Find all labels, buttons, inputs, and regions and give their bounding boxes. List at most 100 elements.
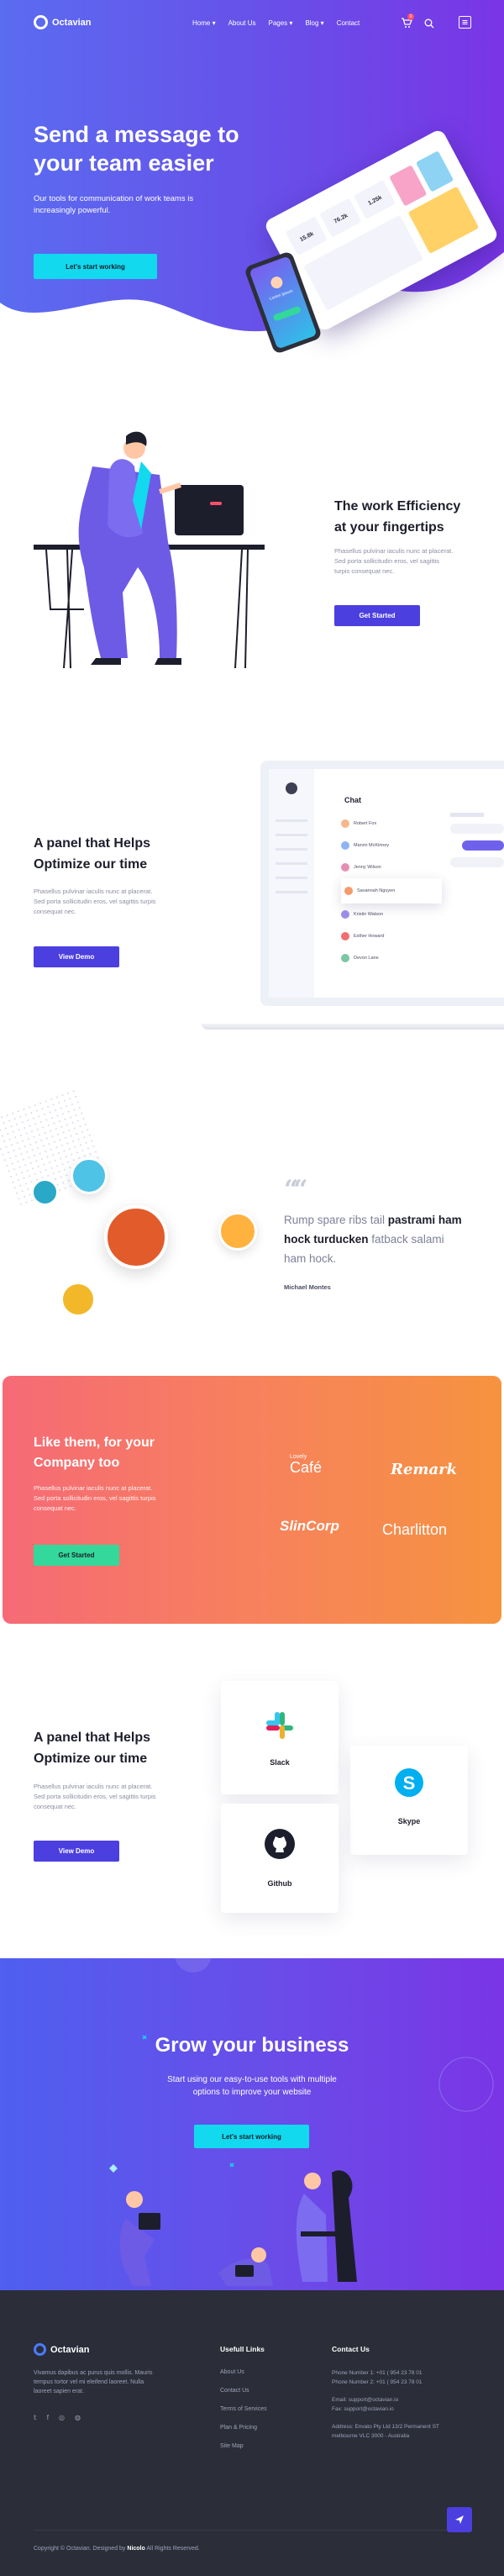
footer-link-sitemap[interactable]: Site Map xyxy=(220,2437,267,2456)
dashboard-stat-card: 15.8k xyxy=(285,216,328,256)
svg-text:S: S xyxy=(403,1773,416,1794)
testimonial-author: Michael Montes xyxy=(284,1283,331,1291)
avatar xyxy=(60,1282,96,1317)
footer-link-pricing[interactable]: Plan & Pricing xyxy=(220,2419,267,2437)
avatar xyxy=(269,275,285,291)
list-item[interactable]: Jenny Wilson xyxy=(341,856,442,878)
footer-link-about[interactable]: About Us xyxy=(220,2363,267,2382)
laptop-chat-mockup: Chat Robert Fox Marvin McKinney Jenny Wi… xyxy=(260,761,504,1006)
get-started-button[interactable]: Get Started xyxy=(334,605,420,626)
chat-contact-list: Robert Fox Marvin McKinney Jenny Wilson … xyxy=(341,813,442,969)
efficiency-title: The work Efficiency at your fingertips xyxy=(334,499,461,535)
footer-link-terms[interactable]: Terms of Services xyxy=(220,2400,267,2419)
avatar xyxy=(341,863,349,872)
footer-divider xyxy=(34,2530,470,2531)
dashboard-stat-card: 76.2k xyxy=(319,198,362,238)
footer-contact: Phone Number 1: +01 ( 954 23 78 01 Phone … xyxy=(332,2370,439,2439)
nav-about[interactable]: About Us xyxy=(228,19,256,27)
hero-cta-button[interactable]: Let's start working xyxy=(34,254,157,279)
logo-text: Octavian xyxy=(52,17,92,28)
panel-text: Phasellus pulvinar iaculis nunc at place… xyxy=(34,888,156,915)
integrations-title: A panel that Helps Optimize our time xyxy=(34,1731,150,1766)
logo-lovely-cafe: Lovely Café xyxy=(290,1454,323,1476)
list-item[interactable]: Kristin Watson xyxy=(341,903,442,925)
nav-contact[interactable]: Contact xyxy=(337,19,360,27)
list-item[interactable]: Marvin McKinney xyxy=(341,835,442,856)
chevron-down-icon: ▾ xyxy=(287,19,293,27)
clients-get-started-button[interactable]: Get Started xyxy=(34,1545,119,1566)
cart-button[interactable]: 0 xyxy=(401,13,414,29)
dribbble-icon[interactable]: ◍ xyxy=(75,2414,81,2421)
avatar xyxy=(341,932,349,940)
list-item[interactable]: Esther Howard xyxy=(341,925,442,947)
avatar xyxy=(341,910,349,919)
worker-illustration xyxy=(34,431,265,668)
app-label: Github xyxy=(267,1879,292,1888)
copyright: Copyright © Octavian. Designed by Nicolo… xyxy=(34,2546,200,2552)
avatar xyxy=(71,1157,108,1194)
avatar xyxy=(31,1178,59,1206)
phone-profile-name: Lorem Ipsum xyxy=(269,288,294,303)
scroll-top-button[interactable] xyxy=(447,2507,472,2532)
view-demo-button[interactable]: View Demo xyxy=(34,946,119,967)
avatar xyxy=(286,782,297,794)
footer-links-title: Usefull Links xyxy=(220,2345,265,2353)
integrations-view-demo-button[interactable]: View Demo xyxy=(34,1841,119,1862)
menu-button[interactable] xyxy=(459,16,471,29)
grow-title: Grow your business xyxy=(155,2034,349,2057)
site-header: Octavian Home ▾ About Us Pages ▾ Blog ▾ … xyxy=(0,0,504,45)
main-nav: Home ▾ About Us Pages ▾ Blog ▾ Contact xyxy=(180,19,360,27)
instagram-icon[interactable]: ◎ xyxy=(59,2414,65,2421)
logo-remark: Remark xyxy=(391,1461,458,1478)
list-item[interactable]: Devon Lane xyxy=(341,947,442,969)
facebook-icon[interactable]: f xyxy=(47,2414,49,2421)
chat-sidebar xyxy=(269,769,314,998)
grow-text: Start using our easy-to-use tools with m… xyxy=(167,2075,337,2097)
logo-icon xyxy=(34,15,48,29)
logo-charlitton: Charlitton xyxy=(382,1521,448,1538)
nav-blog[interactable]: Blog ▾ xyxy=(305,19,323,27)
laptop-base xyxy=(202,1024,504,1030)
menu-icon xyxy=(462,20,468,24)
avatar xyxy=(344,887,353,895)
search-button[interactable] xyxy=(424,18,434,33)
app-card-slack[interactable]: Slack xyxy=(221,1681,339,1794)
avatar xyxy=(104,1205,168,1269)
panel-title: A panel that Helps Optimize our time xyxy=(34,836,150,872)
github-icon xyxy=(265,1829,295,1859)
grow-cta-button[interactable]: Let's start working xyxy=(194,2125,309,2148)
slack-icon xyxy=(266,1712,293,1739)
chat-title: Chat xyxy=(344,796,361,804)
avatar xyxy=(341,954,349,962)
integrations-text: Phasellus pulvinar iaculis nunc at place… xyxy=(34,1783,156,1810)
footer-logo[interactable]: Octavian xyxy=(34,2343,89,2356)
search-icon xyxy=(424,18,434,29)
clients-title: Like them, for your Company too xyxy=(34,1436,155,1470)
nav-home[interactable]: Home ▾ xyxy=(192,19,216,27)
nav-pages[interactable]: Pages ▾ xyxy=(269,19,293,27)
skype-icon: S xyxy=(395,1768,423,1797)
cart-badge: 0 xyxy=(407,13,414,20)
footer-link-contact[interactable]: Contact Us xyxy=(220,2382,267,2400)
avatar xyxy=(341,819,349,828)
efficiency-text: Phasellus pulvinar iaculis nunc at place… xyxy=(334,547,454,575)
chat-conversation xyxy=(450,813,504,867)
clients-text: Phasellus pulvinar iaculis nunc at place… xyxy=(34,1484,156,1512)
footer-links: About Us Contact Us Terms of Services Pl… xyxy=(220,2363,267,2456)
avatar xyxy=(341,841,349,850)
logo-slincorp: SlinCorp xyxy=(280,1518,339,1534)
team-illustration xyxy=(119,2170,357,2286)
logo[interactable]: Octavian xyxy=(34,15,91,29)
app-card-skype[interactable]: S Skype xyxy=(350,1746,468,1855)
logo-icon xyxy=(34,2343,46,2356)
chevron-down-icon: ▾ xyxy=(318,19,324,27)
twitter-icon[interactable]: 𝕥 xyxy=(34,2414,37,2421)
app-label: Skype xyxy=(397,1817,421,1825)
footer-contact-title: Contact Us xyxy=(332,2345,370,2353)
hero-subtitle: Our tools for communication of work team… xyxy=(34,194,194,215)
list-item[interactable]: Savannah Nguyen xyxy=(341,878,442,903)
testimonial-quote: Rump spare ribs tail pastrami ham hock t… xyxy=(284,1214,462,1265)
dashboard-stat-card: 1.25k xyxy=(353,180,396,220)
list-item[interactable]: Robert Fox xyxy=(341,813,442,835)
app-card-github[interactable]: Github xyxy=(221,1804,339,1913)
